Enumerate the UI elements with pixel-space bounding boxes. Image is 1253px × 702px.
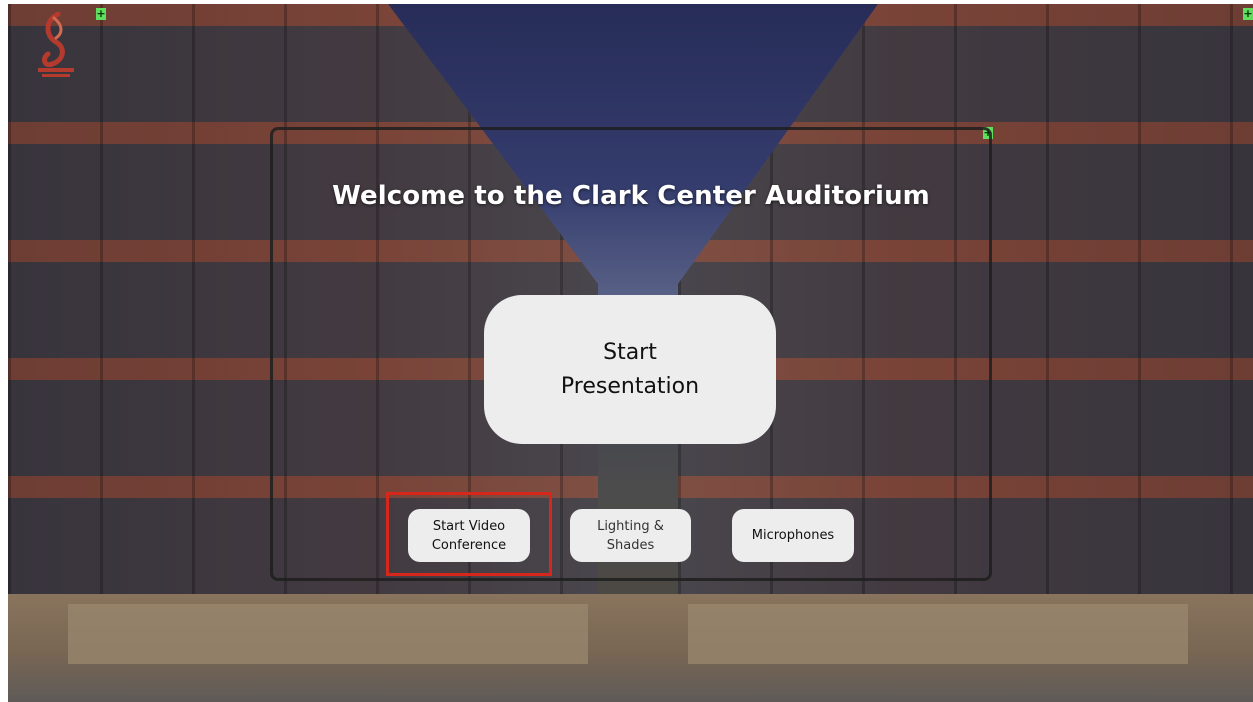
microphones-button[interactable]: Microphones (732, 509, 854, 562)
lighting-shades-button[interactable]: Lighting & Shades (570, 509, 691, 562)
add-marker-icon[interactable]: + (1243, 8, 1253, 20)
start-presentation-button[interactable]: Start Presentation (484, 295, 776, 444)
selection-highlight (386, 492, 552, 576)
add-marker-icon[interactable]: + (96, 8, 106, 20)
page-title: Welcome to the Clark Center Auditorium (332, 181, 930, 211)
logo-icon (38, 12, 74, 77)
